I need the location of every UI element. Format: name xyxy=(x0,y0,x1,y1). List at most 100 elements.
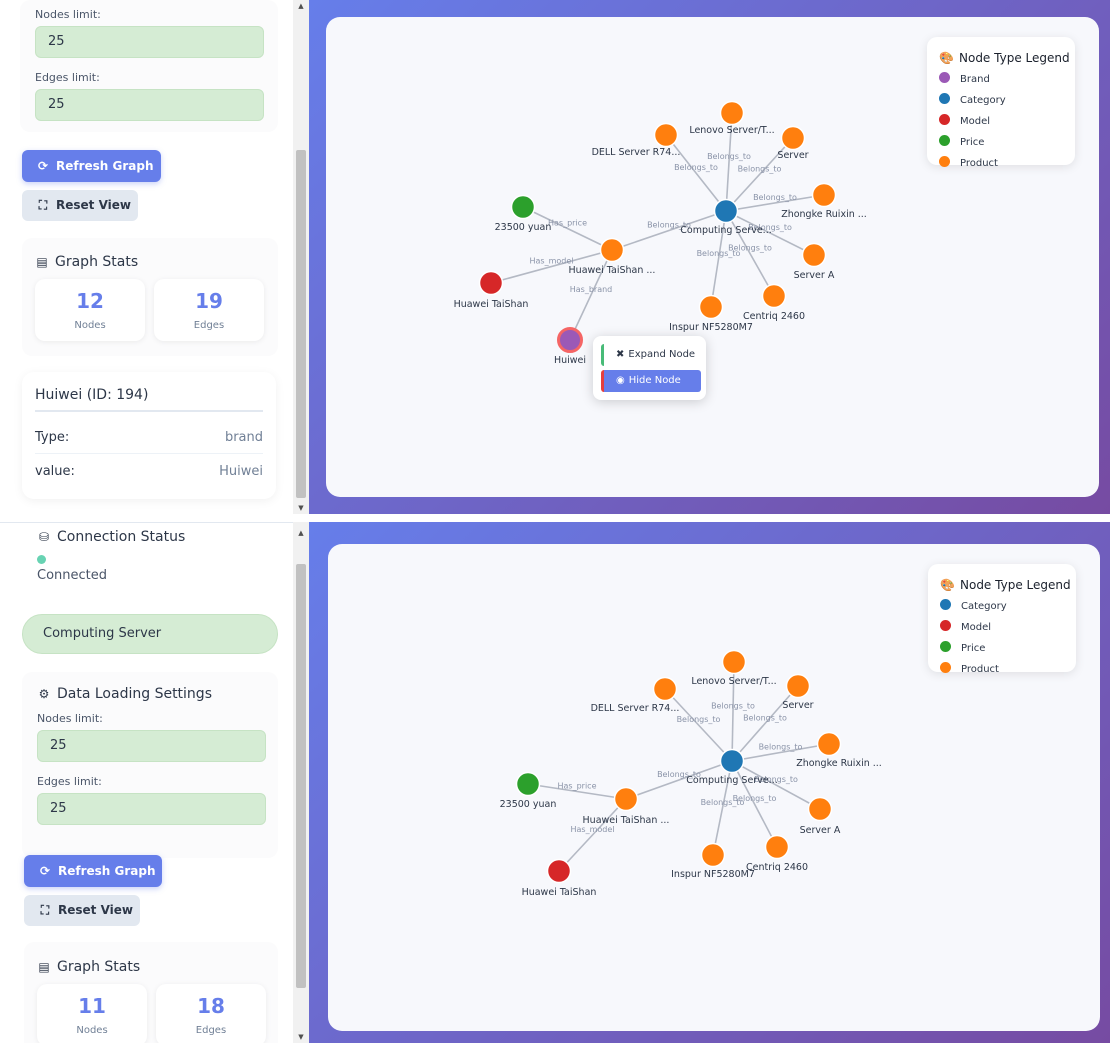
node-label: 23500 yuan xyxy=(495,222,552,233)
graph-stats-title: ▤ Graph Stats xyxy=(35,254,138,270)
graph-node-dell[interactable] xyxy=(652,676,678,702)
graph-node-huaweits[interactable] xyxy=(599,237,625,263)
legend-label: Model xyxy=(960,116,991,127)
connection-state: Connected xyxy=(37,568,108,583)
sidebar-scrollbar[interactable]: ▲ ▼ xyxy=(293,522,309,1043)
graph-node-lenovo[interactable] xyxy=(721,649,747,675)
node-type-legend: 🎨 Node Type Legend Category Model Price Prod… xyxy=(928,564,1076,675)
expand-icon: ⛶ xyxy=(40,903,50,917)
graph-node-centriq[interactable] xyxy=(764,834,790,860)
connection-status-text: Connection Status xyxy=(57,529,186,545)
connection-status-title: ⛁ Connection Status xyxy=(37,529,185,545)
sidebar: ⛁ Connection Status Connected Computing S… xyxy=(0,522,296,1043)
hide-node-label: Hide Node xyxy=(628,375,681,386)
chart-icon: ▤ xyxy=(38,960,50,974)
legend-dot-icon xyxy=(939,114,950,125)
graph-node-model[interactable] xyxy=(478,270,504,296)
sidebar-scrollbar[interactable]: ▲ ▼ xyxy=(293,0,309,514)
refresh-graph-label: Refresh Graph xyxy=(58,864,156,878)
graph-node-servera[interactable] xyxy=(807,796,833,822)
node-label: DELL Server R74... xyxy=(592,147,681,158)
edges-limit-input[interactable]: 25 xyxy=(35,89,264,121)
scroll-up-icon[interactable]: ▲ xyxy=(293,527,309,539)
node-label: Inspur NF5280M7 xyxy=(671,869,755,880)
graph-node-lenovo[interactable] xyxy=(719,100,745,126)
reset-view-button[interactable]: ⛶ Reset View xyxy=(24,895,140,926)
scroll-thumb[interactable] xyxy=(296,564,306,988)
graph-edge[interactable] xyxy=(558,798,627,872)
refresh-graph-label: Refresh Graph xyxy=(56,159,154,173)
legend-title: Node Type Legend xyxy=(960,578,1071,592)
edges-count: 18 xyxy=(197,994,225,1018)
node-label: Centriq 2460 xyxy=(743,311,805,322)
node-label: Zhongke Ruixin ... xyxy=(781,209,867,220)
edge-label: Belongs_to xyxy=(707,152,751,161)
node-label: Lenovo Server/T... xyxy=(691,676,776,687)
node-label: Computing Serve... xyxy=(686,775,778,786)
reset-view-label: Reset View xyxy=(56,198,131,212)
edges-limit-input[interactable]: 25 xyxy=(37,793,266,825)
graph-edge[interactable] xyxy=(664,688,733,762)
hide-node-item[interactable]: ◉ Hide Node xyxy=(601,370,701,392)
graph-node-dell[interactable] xyxy=(653,122,679,148)
node-label: Server xyxy=(782,700,813,711)
legend-title: Node Type Legend xyxy=(959,51,1070,65)
graph-edge[interactable] xyxy=(569,249,613,341)
node-label: 23500 yuan xyxy=(500,799,557,810)
legend-item-category: Category xyxy=(940,596,1064,617)
node-label: Huawei TaiShan ... xyxy=(583,815,670,826)
legend-item-product: Product xyxy=(939,153,1063,174)
legend-title-row: 🎨 Node Type Legend xyxy=(940,574,1071,596)
edge-label: Has_model xyxy=(530,257,574,266)
graph-canvas[interactable]: Belongs_to Belongs_to Belongs_to Belongs_to… xyxy=(328,544,1100,1031)
legend-label: Model xyxy=(961,622,992,633)
reset-view-label: Reset View xyxy=(58,903,133,917)
graph-node-computing[interactable] xyxy=(719,748,745,774)
graph-node-server[interactable] xyxy=(785,673,811,699)
scroll-down-icon[interactable]: ▼ xyxy=(293,502,309,514)
graph-node-price[interactable] xyxy=(515,771,541,797)
node-label: Server xyxy=(777,150,808,161)
gear-icon: ⚙ xyxy=(38,687,50,701)
legend-label: Category xyxy=(961,601,1007,612)
database-icon: ⛁ xyxy=(38,530,50,544)
nodes-limit-input[interactable]: 25 xyxy=(37,730,266,762)
node-label: Inspur NF5280M7 xyxy=(669,322,753,333)
refresh-graph-button[interactable]: ⟳ Refresh Graph xyxy=(24,855,162,887)
graph-node-huaweits[interactable] xyxy=(613,786,639,812)
legend-item-product: Product xyxy=(940,659,1064,680)
node-label: Huiwei xyxy=(554,355,586,366)
graph-node-model[interactable] xyxy=(546,858,572,884)
expand-icon: ⛶ xyxy=(38,198,48,212)
graph-node-centriq[interactable] xyxy=(761,283,787,309)
data-loading-title: ⚙ Data Loading Settings xyxy=(37,686,212,702)
graph-node-inspur[interactable] xyxy=(700,842,726,868)
expand-node-item[interactable]: ✖ Expand Node xyxy=(601,344,701,366)
legend-dot-icon xyxy=(940,620,951,631)
edge-label: Belongs_to xyxy=(738,165,782,174)
graph-node-zhongke[interactable] xyxy=(816,731,842,757)
graph-node-server[interactable] xyxy=(780,125,806,151)
edges-count-label: Edges xyxy=(193,320,225,331)
graph-node-servera[interactable] xyxy=(801,242,827,268)
graph-node-inspur[interactable] xyxy=(698,294,724,320)
type-value: brand xyxy=(224,430,263,445)
expand-icon: ✖ xyxy=(616,349,625,360)
edges-limit-label: Edges limit: xyxy=(37,775,102,788)
nodes-limit-input[interactable]: 25 xyxy=(35,26,264,58)
scroll-up-icon[interactable]: ▲ xyxy=(293,0,309,12)
graph-node-computing[interactable] xyxy=(713,198,739,224)
scroll-thumb[interactable] xyxy=(296,150,306,498)
refresh-graph-button[interactable]: ⟳ Refresh Graph xyxy=(22,150,161,182)
edge-label: Has_price xyxy=(548,219,587,228)
scroll-down-icon[interactable]: ▼ xyxy=(293,1031,309,1043)
graph-canvas[interactable]: Belongs_to Belongs_to Belongs_to Belongs_to… xyxy=(326,17,1099,497)
graph-node-zhongke[interactable] xyxy=(811,182,837,208)
category-select[interactable]: Computing Server xyxy=(22,614,278,654)
graph-node-huiwei[interactable] xyxy=(557,327,583,353)
reset-view-button[interactable]: ⛶ Reset View xyxy=(22,190,138,221)
graph-node-price[interactable] xyxy=(510,194,536,220)
nodes-count-label: Nodes xyxy=(74,320,106,331)
edge-label: Has_brand xyxy=(570,285,613,294)
legend-title-row: 🎨 Node Type Legend xyxy=(939,47,1070,69)
